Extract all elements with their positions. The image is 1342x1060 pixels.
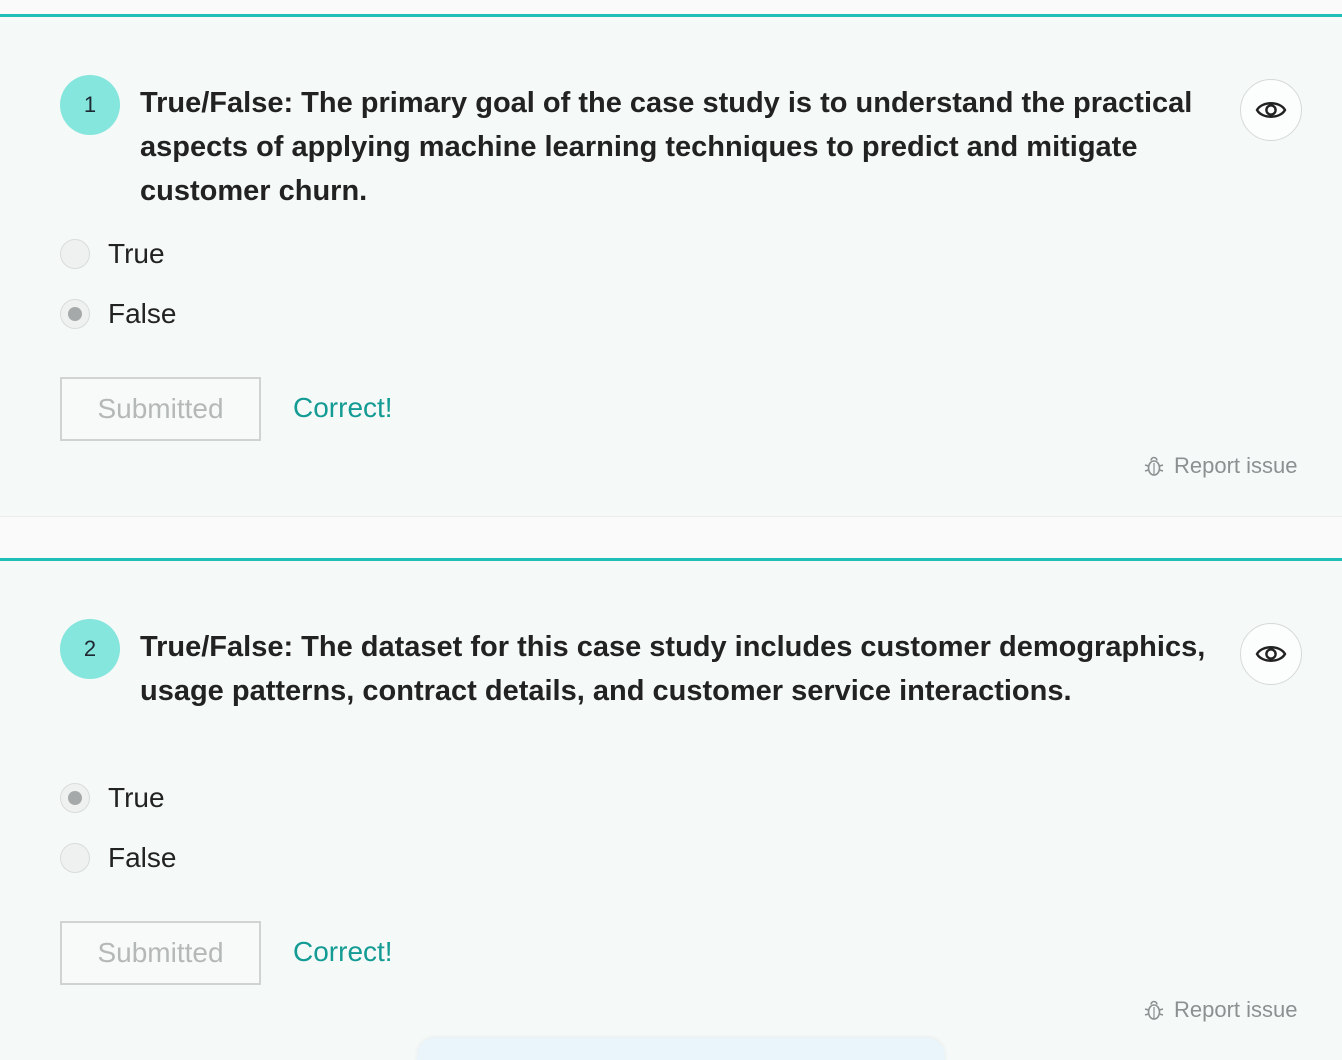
report-issue-label: Report issue: [1174, 453, 1298, 478]
report-issue-label: Report issue: [1174, 997, 1298, 1022]
eye-icon: [1255, 102, 1287, 118]
radio-button-selected[interactable]: [60, 299, 90, 329]
quiz-page: 1 True/False: The primary goal of the ca…: [0, 0, 1342, 1060]
top-strip: [0, 0, 1342, 14]
option-label: False: [108, 842, 177, 873]
question-text: True/False: The dataset for this case st…: [140, 631, 1206, 707]
radio-button[interactable]: [60, 239, 90, 269]
floating-panel: [417, 1038, 945, 1060]
view-answer-button[interactable]: [1240, 623, 1302, 685]
option-false[interactable]: False: [60, 841, 176, 875]
feedback-text: Correct!: [293, 936, 393, 967]
question-card-2: 2 True/False: The dataset for this case …: [0, 558, 1342, 1060]
option-label: True: [108, 782, 165, 813]
question-text: True/False: The primary goal of the case…: [140, 87, 1193, 207]
bug-icon: [1142, 998, 1166, 1022]
question-card-1: 1 True/False: The primary goal of the ca…: [0, 14, 1342, 517]
option-true[interactable]: True: [60, 237, 165, 271]
eye-icon: [1255, 646, 1287, 662]
question-number-badge: 1: [60, 75, 120, 135]
report-issue-link[interactable]: Report issue: [1142, 997, 1298, 1023]
option-label: False: [108, 298, 177, 329]
bug-icon: [1142, 454, 1166, 478]
submitted-button[interactable]: Submitted: [60, 377, 261, 441]
view-answer-button[interactable]: [1240, 79, 1302, 141]
section-gap: [0, 517, 1342, 558]
option-label: True: [108, 238, 165, 269]
radio-button-selected[interactable]: [60, 783, 90, 813]
option-false[interactable]: False: [60, 297, 176, 331]
feedback-text: Correct!: [293, 392, 393, 423]
option-true[interactable]: True: [60, 781, 165, 815]
radio-button[interactable]: [60, 843, 90, 873]
submitted-button[interactable]: Submitted: [60, 921, 261, 985]
question-number-badge: 2: [60, 619, 120, 679]
report-issue-link[interactable]: Report issue: [1142, 453, 1298, 479]
